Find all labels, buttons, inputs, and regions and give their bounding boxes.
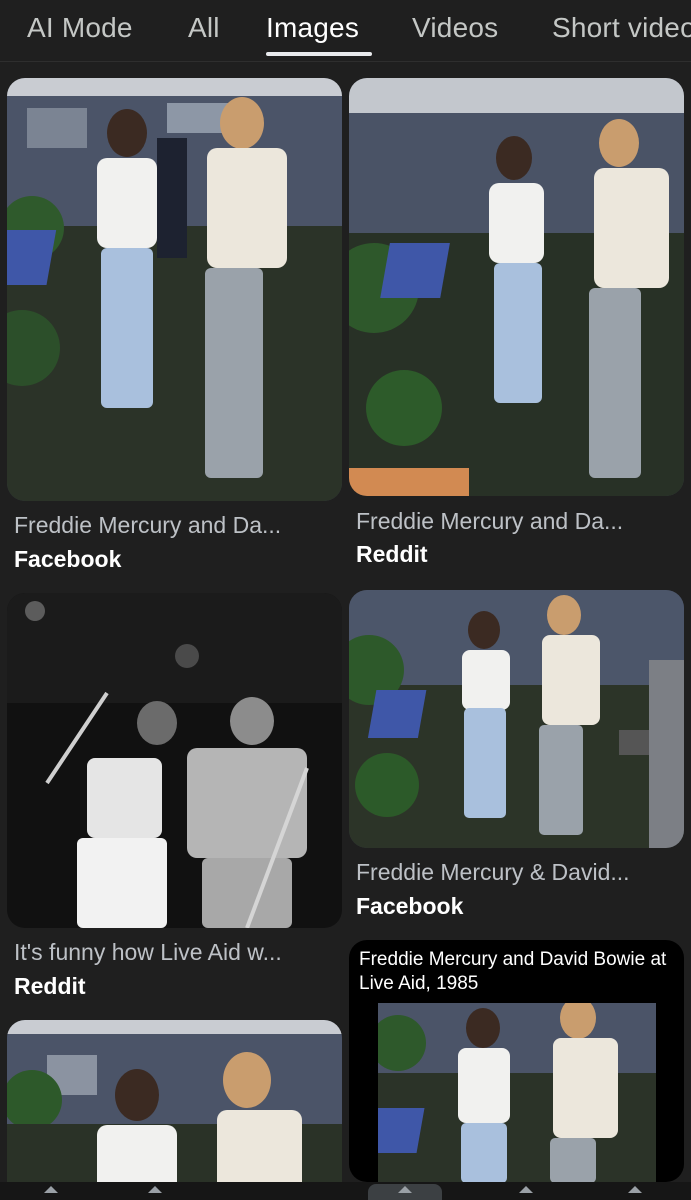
result-source: Reddit [356,541,428,567]
discover-icon[interactable] [148,1186,162,1194]
image-result-5[interactable] [7,1020,342,1200]
backstage-photo [349,78,684,496]
image-result-2[interactable] [349,78,684,496]
search-tabs: AI Mode All Images Videos Short videos [0,0,691,62]
backstage-photo [349,590,684,848]
result-source: Facebook [356,893,464,919]
backstage-photo [7,1020,342,1200]
notifications-icon[interactable] [519,1186,533,1194]
tabs-icon[interactable] [398,1186,412,1194]
menu-icon[interactable] [628,1186,642,1194]
stage-performance-photo [7,593,342,928]
result-title[interactable]: Freddie Mercury & David... [356,859,676,886]
bottom-navigation [0,1182,691,1200]
backstage-photo [7,78,342,501]
tab-short-videos[interactable]: Short videos [552,12,691,44]
result-source: Facebook [14,546,122,572]
tab-all[interactable]: All [188,12,220,44]
result-title[interactable]: Freddie Mercury and Da... [356,508,676,535]
result-source: Reddit [14,973,86,999]
result-title[interactable]: It's funny how Live Aid w... [14,939,334,966]
image-result-4[interactable] [349,590,684,848]
image-result-1[interactable] [7,78,342,501]
result-title[interactable]: Freddie Mercury and Da... [14,512,334,539]
image-result-3[interactable] [7,593,342,928]
tab-videos[interactable]: Videos [412,12,498,44]
home-icon[interactable] [44,1186,58,1194]
tab-ai-mode[interactable]: AI Mode [27,12,133,44]
image-result-6[interactable]: Freddie Mercury and David Bowie at Live … [349,940,684,1182]
backstage-photo [378,1003,656,1182]
active-tab-indicator [266,52,372,56]
tab-images[interactable]: Images [266,12,359,44]
image-overlay-caption: Freddie Mercury and David Bowie at Live … [359,949,667,994]
